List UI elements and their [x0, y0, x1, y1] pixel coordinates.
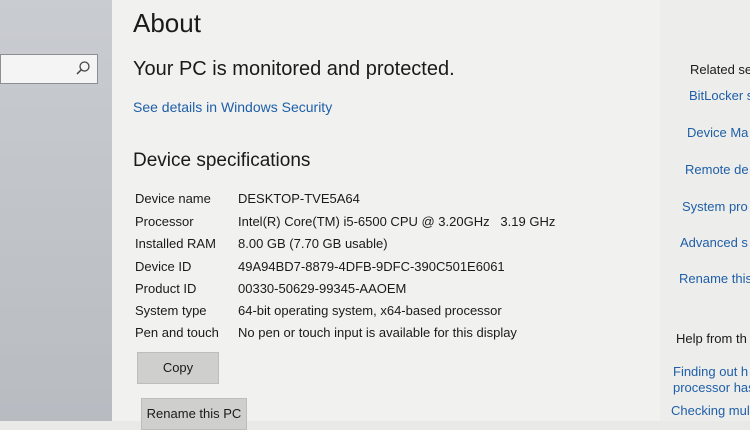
spec-row-pen-and-touch: Pen and touch No pen or touch input is a… [135, 325, 655, 347]
windows-security-link[interactable]: See details in Windows Security [133, 99, 332, 115]
search-input[interactable] [0, 54, 98, 84]
spec-value: 8.00 GB (7.70 GB usable) [238, 236, 388, 251]
device-manager-link[interactable]: Device Ma [687, 125, 748, 140]
spec-value: No pen or touch input is available for t… [238, 325, 517, 340]
spec-row-processor: Processor Intel(R) Core(TM) i5-6500 CPU … [135, 214, 655, 236]
spec-label: Pen and touch [135, 325, 219, 340]
spec-label: System type [135, 303, 207, 318]
spec-value: 00330-50629-99345-AAOEM [238, 281, 407, 296]
remote-desktop-link[interactable]: Remote de [685, 162, 749, 177]
page-title: About [133, 8, 201, 38]
spec-value: Intel(R) Core(TM) i5-6500 CPU @ 3.20GHz … [238, 214, 556, 229]
spec-value: 49A94BD7-8879-4DFB-9DFC-390C501E6061 [238, 259, 505, 274]
spec-value: DESKTOP-TVE5A64 [238, 191, 360, 206]
spec-row-system-type: System type 64-bit operating system, x64… [135, 303, 655, 325]
bitlocker-link[interactable]: BitLocker s [689, 88, 750, 103]
spec-row-product-id: Product ID 00330-50629-99345-AAOEM [135, 281, 655, 303]
spec-label: Processor [135, 214, 194, 229]
spec-value: 64-bit operating system, x64-based proce… [238, 303, 502, 318]
rename-this-pc-link[interactable]: Rename this [679, 271, 750, 286]
search-icon[interactable] [75, 60, 91, 76]
advanced-system-settings-link[interactable]: Advanced s [680, 235, 748, 250]
related-settings-heading: Related se [690, 62, 750, 77]
spec-row-device-id: Device ID 49A94BD7-8879-4DFB-9DFC-390C50… [135, 259, 655, 281]
spec-label: Device name [135, 191, 211, 206]
help-link-processor[interactable]: processor has [673, 380, 750, 395]
spec-label: Installed RAM [135, 236, 216, 251]
help-link-checking[interactable]: Checking mul [671, 403, 750, 418]
spec-row-installed-ram: Installed RAM 8.00 GB (7.70 GB usable) [135, 236, 655, 258]
spec-label: Product ID [135, 281, 197, 296]
related-settings-panel: Related se BitLocker s Device Ma Remote … [660, 0, 750, 421]
rename-pc-button[interactable]: Rename this PC [141, 398, 247, 430]
spec-label: Device ID [135, 259, 192, 274]
about-page: About Your PC is monitored and protected… [112, 0, 660, 430]
spec-row-device-name: Device name DESKTOP-TVE5A64 [135, 191, 655, 213]
navigation-pane [0, 0, 112, 421]
help-heading: Help from th [676, 331, 747, 346]
help-link-finding-out[interactable]: Finding out h [673, 364, 748, 379]
device-specifications-heading: Device specifications [133, 150, 311, 171]
system-protection-link[interactable]: System pro [682, 199, 748, 214]
copy-button[interactable]: Copy [137, 352, 219, 384]
protection-status: Your PC is monitored and protected. [133, 58, 455, 80]
